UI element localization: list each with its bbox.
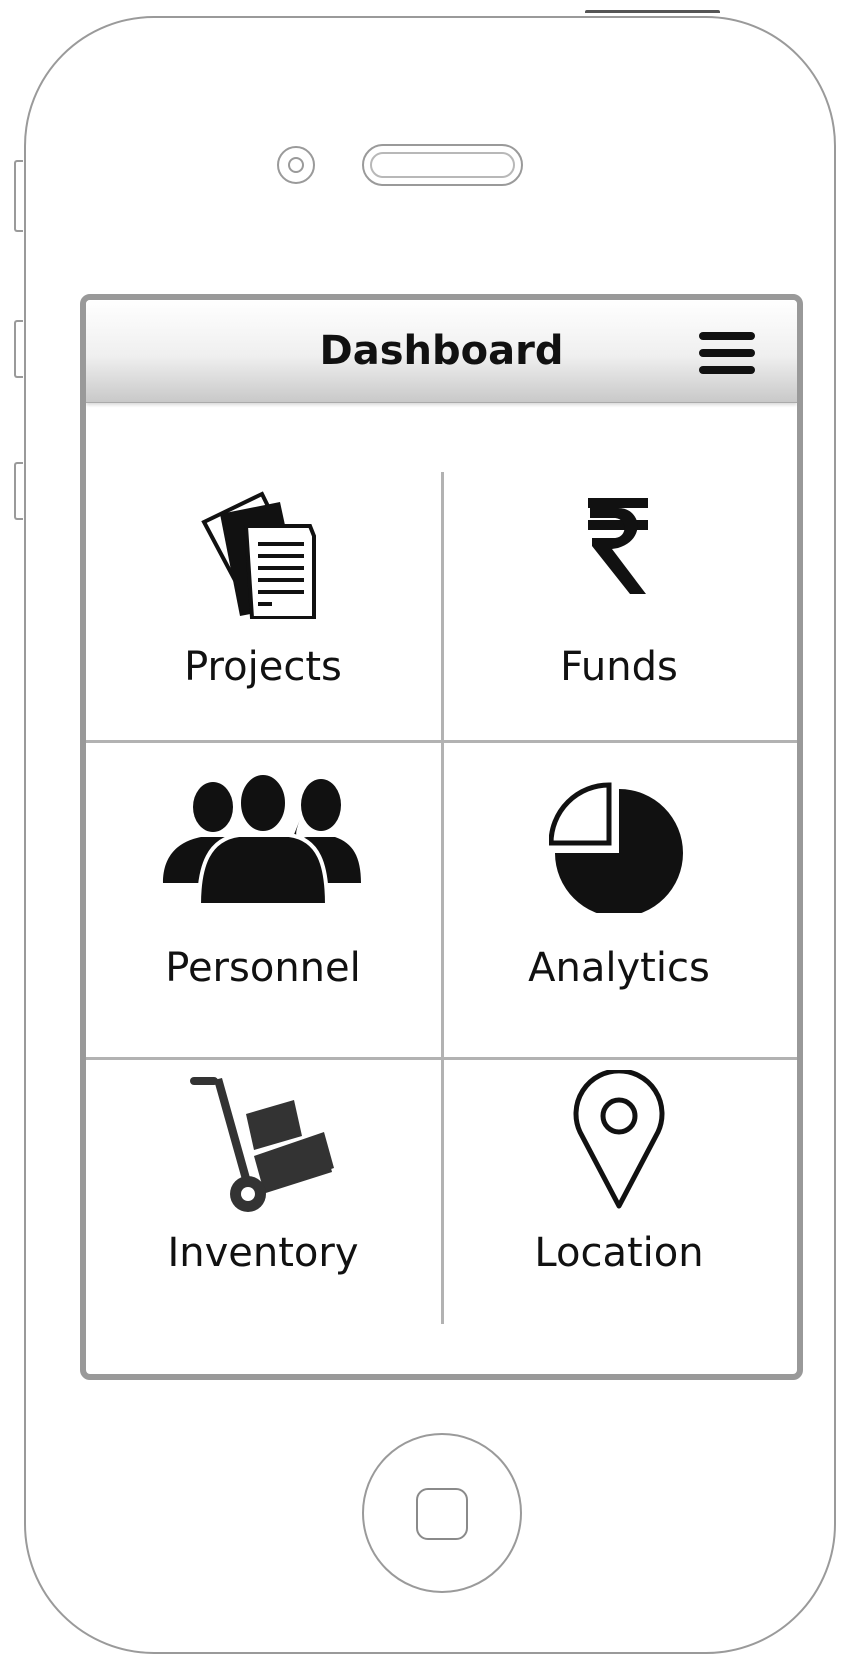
tile-personnel[interactable]: Personnel [88, 743, 438, 1057]
hamburger-menu-icon[interactable] [699, 332, 755, 374]
tile-label: Inventory [167, 1230, 359, 1276]
hand-truck-icon [190, 1077, 334, 1212]
rupee-icon [588, 498, 648, 594]
home-button[interactable] [362, 1433, 522, 1593]
tile-label: Personnel [165, 945, 361, 991]
tile-label: Analytics [528, 945, 710, 991]
documents-icon [201, 491, 316, 619]
tile-label: Projects [184, 644, 342, 690]
tile-label: Funds [560, 644, 678, 690]
tile-funds[interactable]: Funds [444, 474, 794, 740]
earpiece-speaker [362, 144, 523, 186]
tile-location[interactable]: Location [444, 1060, 794, 1324]
volume-down-button [14, 462, 23, 520]
volume-up-button [14, 320, 23, 378]
people-group-icon [163, 773, 361, 905]
power-button [585, 10, 720, 21]
app-header: Dashboard [86, 300, 797, 403]
front-camera [277, 146, 315, 184]
page-title: Dashboard [319, 328, 564, 374]
tile-label: Location [534, 1230, 704, 1276]
home-button-square-icon [416, 1488, 468, 1540]
tile-inventory[interactable]: Inventory [88, 1060, 438, 1324]
tile-analytics[interactable]: Analytics [444, 743, 794, 1057]
pie-chart-icon [549, 782, 683, 913]
mute-switch [14, 160, 23, 232]
app-screen: Dashboard Projects Funds Personnel Analy… [80, 294, 803, 1380]
tile-projects[interactable]: Projects [88, 474, 438, 740]
map-pin-icon [573, 1070, 665, 1209]
